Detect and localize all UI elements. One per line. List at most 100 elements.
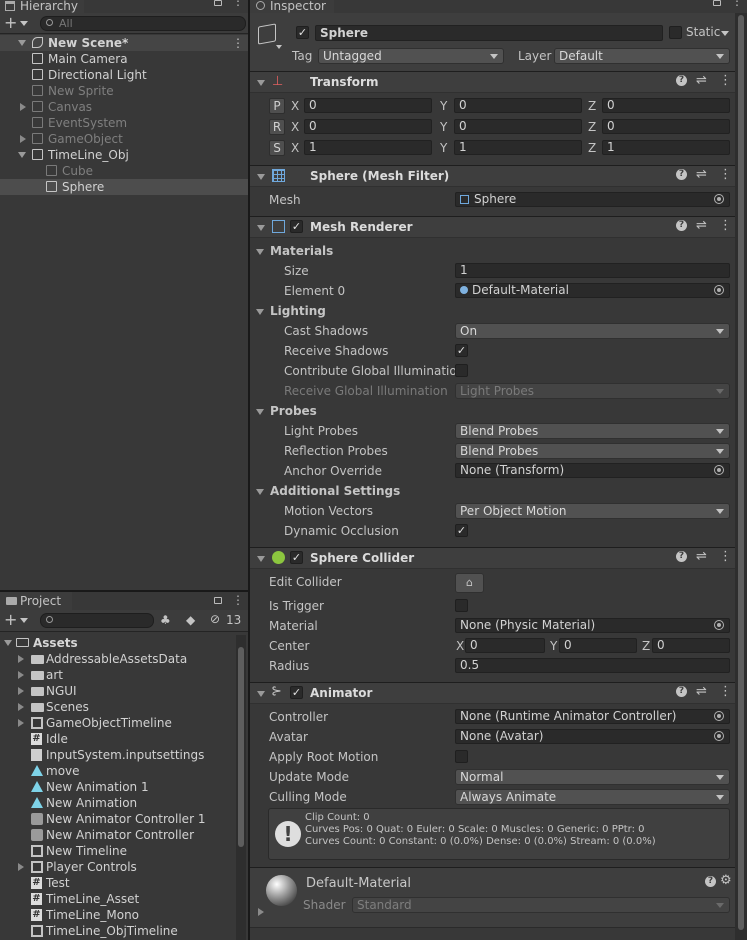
apply-root-motion-checkbox[interactable] — [455, 750, 468, 763]
mesh-filter-header[interactable]: Sphere (Mesh Filter) ? ⇌ ⋮ — [250, 165, 735, 187]
transform-key-button[interactable]: S — [269, 140, 285, 156]
contribute-gi-checkbox[interactable] — [455, 364, 468, 377]
transform-x-input[interactable]: 1 — [304, 140, 432, 155]
axis-z-label[interactable]: Z — [588, 120, 596, 134]
axis-z-label[interactable]: Z — [588, 99, 596, 113]
axis-y-label[interactable]: Y — [440, 120, 447, 134]
lighting-foldout-icon[interactable] — [256, 309, 264, 315]
collapsed-arrow-icon[interactable] — [18, 671, 24, 679]
object-picker-icon[interactable] — [714, 711, 724, 721]
presets-icon[interactable]: ⇌ — [696, 167, 707, 182]
project-asset-item[interactable]: InputSystem.inputsettings — [0, 747, 236, 763]
presets-icon[interactable]: ⇌ — [696, 73, 707, 88]
axis-y-label[interactable]: Y — [440, 99, 447, 113]
help-icon[interactable]: ? — [676, 551, 687, 562]
add-dropdown-icon[interactable] — [20, 21, 28, 26]
search-by-type-icon[interactable]: ♣ — [160, 613, 171, 627]
update-mode-dropdown[interactable]: Normal — [455, 769, 730, 785]
inspector-menu-icon[interactable]: ⋮ — [731, 0, 743, 7]
foldout-arrow-icon[interactable] — [257, 174, 265, 180]
transform-x-input[interactable]: 0 — [304, 98, 432, 113]
radius-input[interactable]: 0.5 — [455, 658, 730, 673]
collapsed-arrow-icon[interactable] — [18, 863, 24, 871]
axis-x-label[interactable]: X — [291, 141, 299, 155]
animator-enabled-checkbox[interactable]: ✓ — [290, 686, 303, 699]
project-asset-item[interactable]: art — [0, 667, 236, 683]
component-menu-icon[interactable]: ⋮ — [719, 167, 732, 182]
project-asset-item[interactable]: New Animation — [0, 795, 236, 811]
create-asset-button[interactable]: + — [4, 611, 17, 629]
project-asset-item[interactable]: # TimeLine_Asset — [0, 891, 236, 907]
dynamic-occlusion-checkbox[interactable]: ✓ — [455, 524, 468, 537]
transform-header[interactable]: ⊥ Transform ? ⇌ ⋮ — [250, 71, 735, 93]
foldout-arrow-icon[interactable] — [257, 691, 265, 697]
project-asset-item[interactable]: New Animator Controller — [0, 827, 236, 843]
center-y-input[interactable]: 0 — [559, 638, 637, 653]
search-by-label-icon[interactable]: ◆ — [186, 613, 195, 627]
inspector-tab[interactable]: Inspector — [250, 0, 334, 13]
layer-dropdown[interactable]: Default — [554, 48, 730, 64]
presets-icon[interactable]: ⇌ — [696, 684, 707, 699]
animator-header[interactable]: ⊱ ✓ Animator ? ⇌ ⋮ — [250, 682, 735, 704]
collapsed-arrow-icon[interactable] — [18, 687, 24, 695]
expand-arrow-icon[interactable] — [18, 40, 26, 46]
materials-label[interactable]: Materials — [270, 244, 333, 258]
probes-label[interactable]: Probes — [270, 404, 317, 418]
axis-y-label[interactable]: Y — [440, 141, 447, 155]
help-icon[interactable]: ? — [676, 220, 687, 231]
foldout-arrow-icon[interactable] — [257, 225, 265, 231]
collapsed-arrow-icon[interactable] — [20, 103, 26, 111]
project-asset-item[interactable]: New Animation 1 — [0, 779, 236, 795]
expand-arrow-icon[interactable] — [18, 152, 26, 158]
component-menu-icon[interactable]: ⋮ — [719, 218, 732, 233]
transform-z-input[interactable]: 0 — [602, 119, 730, 134]
transform-y-input[interactable]: 0 — [454, 119, 582, 134]
project-asset-item[interactable]: New Animator Controller 1 — [0, 811, 236, 827]
hierarchy-item[interactable]: Main Camera — [0, 51, 248, 67]
project-asset-item[interactable]: New Timeline — [0, 843, 236, 859]
create-dropdown-icon[interactable] — [20, 618, 28, 623]
hierarchy-item[interactable]: GameObject — [0, 131, 248, 147]
collapsed-arrow-icon[interactable] — [18, 703, 24, 711]
center-x-label[interactable]: X — [456, 639, 464, 653]
object-picker-icon[interactable] — [714, 620, 724, 630]
axis-x-label[interactable]: X — [291, 99, 299, 113]
tag-dropdown[interactable]: Untagged — [318, 48, 504, 64]
static-label[interactable]: Static — [686, 25, 720, 39]
add-object-button[interactable]: + — [4, 14, 17, 32]
collapsed-arrow-icon[interactable] — [18, 655, 24, 663]
project-tab[interactable]: Project — [0, 592, 72, 610]
static-dropdown-icon[interactable] — [721, 31, 729, 36]
project-asset-item[interactable]: Player Controls — [0, 859, 236, 875]
project-menu-icon[interactable]: ⋮ — [232, 592, 244, 608]
is-trigger-checkbox[interactable] — [455, 599, 468, 612]
project-asset-item[interactable]: Scenes — [0, 699, 236, 715]
inspector-scrollbar[interactable] — [735, 13, 747, 940]
transform-y-input[interactable]: 0 — [454, 98, 582, 113]
motion-vectors-dropdown[interactable]: Per Object Motion — [455, 503, 730, 519]
icon-dropdown-icon[interactable] — [276, 45, 282, 49]
sphere-collider-header[interactable]: ✓ Sphere Collider ? ⇌ ⋮ — [250, 547, 735, 569]
axis-x-label[interactable]: X — [291, 120, 299, 134]
hidden-packages-icon[interactable]: ⊘ — [210, 612, 220, 626]
lighting-label[interactable]: Lighting — [270, 304, 326, 318]
gameobject-cube-icon[interactable] — [258, 23, 276, 45]
transform-key-button[interactable]: R — [269, 119, 285, 135]
transform-z-input[interactable]: 1 — [602, 140, 730, 155]
project-scroll-thumb[interactable] — [238, 647, 244, 847]
presets-icon[interactable]: ⇌ — [696, 218, 707, 233]
center-z-label[interactable]: Z — [642, 639, 650, 653]
edit-collider-button[interactable]: ⌂ — [455, 573, 484, 593]
object-picker-icon[interactable] — [714, 194, 724, 204]
project-root-row[interactable]: Assets — [0, 635, 248, 651]
component-menu-icon[interactable]: ⋮ — [719, 684, 732, 699]
object-picker-icon[interactable] — [714, 285, 724, 295]
object-active-checkbox[interactable]: ✓ — [296, 26, 309, 39]
transform-x-input[interactable]: 0 — [304, 119, 432, 134]
collapsed-arrow-icon[interactable] — [20, 135, 26, 143]
project-asset-item[interactable]: # Idle — [0, 731, 236, 747]
axis-z-label[interactable]: Z — [588, 141, 596, 155]
project-asset-item[interactable]: TimeLine_ObjTimeline — [0, 923, 236, 939]
project-asset-item[interactable]: # Test — [0, 875, 236, 891]
mesh-object-field[interactable]: Sphere — [455, 192, 730, 207]
